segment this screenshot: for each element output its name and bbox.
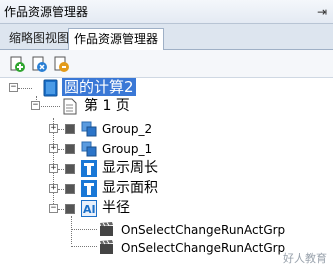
tree-item-radius[interactable]: 半径: [102, 199, 130, 217]
pin-icon[interactable]: ⇥: [317, 0, 327, 24]
group-icon: [81, 141, 97, 161]
action-item[interactable]: OnSelectChangeRunActGrp: [121, 221, 285, 239]
collapse-toggle[interactable]: −: [31, 101, 40, 110]
text-icon: [81, 160, 97, 181]
tab-resource-explorer[interactable]: 作品资源管理器: [68, 28, 165, 51]
add-blue-page-icon[interactable]: [30, 55, 48, 73]
clapperboard-icon: [99, 239, 115, 259]
expand-toggle[interactable]: +: [49, 184, 58, 193]
tab-bar: 缩略图视图 作品资源管理器: [0, 24, 333, 51]
panel-title: 作品资源管理器: [4, 5, 89, 19]
expand-toggle[interactable]: +: [49, 124, 58, 133]
clapperboard-icon: [99, 221, 115, 241]
page-icon: [63, 98, 77, 119]
expand-toggle[interactable]: +: [49, 144, 58, 153]
visibility-checkbox[interactable]: [65, 144, 75, 154]
watermark: 好人教育: [283, 252, 327, 265]
collapse-toggle[interactable]: −: [49, 204, 58, 213]
text-icon: [81, 180, 97, 201]
tree-item-show-perimeter[interactable]: 显示周长: [102, 159, 158, 177]
book-icon: [43, 79, 59, 101]
action-item[interactable]: OnSelectChangeRunActGrp: [121, 239, 285, 257]
collapse-toggle[interactable]: −: [9, 83, 18, 92]
add-orange-page-icon[interactable]: [52, 55, 70, 73]
input-field-icon: AI: [81, 200, 97, 221]
visibility-checkbox[interactable]: [65, 124, 75, 134]
svg-text:AI: AI: [83, 203, 96, 216]
expand-toggle[interactable]: +: [49, 164, 58, 173]
visibility-checkbox[interactable]: [65, 204, 75, 214]
visibility-checkbox[interactable]: [65, 184, 75, 194]
resource-tree: − 圆的计算2 − 第 1 页 + Group_2 + Group_1 + 显示…: [0, 78, 333, 272]
group-icon: [81, 121, 97, 141]
panel-header: 作品资源管理器 ⇥: [0, 0, 333, 24]
tree-item-show-area[interactable]: 显示面积: [102, 179, 158, 197]
tree-page-label[interactable]: 第 1 页: [84, 97, 130, 115]
tree-root-label[interactable]: 圆的计算2: [62, 78, 136, 96]
add-green-page-icon[interactable]: [8, 55, 26, 73]
tab-thumbnail-view[interactable]: 缩略图视图: [4, 28, 74, 50]
tree-item-group-1[interactable]: Group_1: [102, 140, 152, 158]
toolbar: [0, 50, 333, 78]
visibility-checkbox[interactable]: [65, 164, 75, 174]
tree-item-group-2[interactable]: Group_2: [102, 120, 152, 138]
